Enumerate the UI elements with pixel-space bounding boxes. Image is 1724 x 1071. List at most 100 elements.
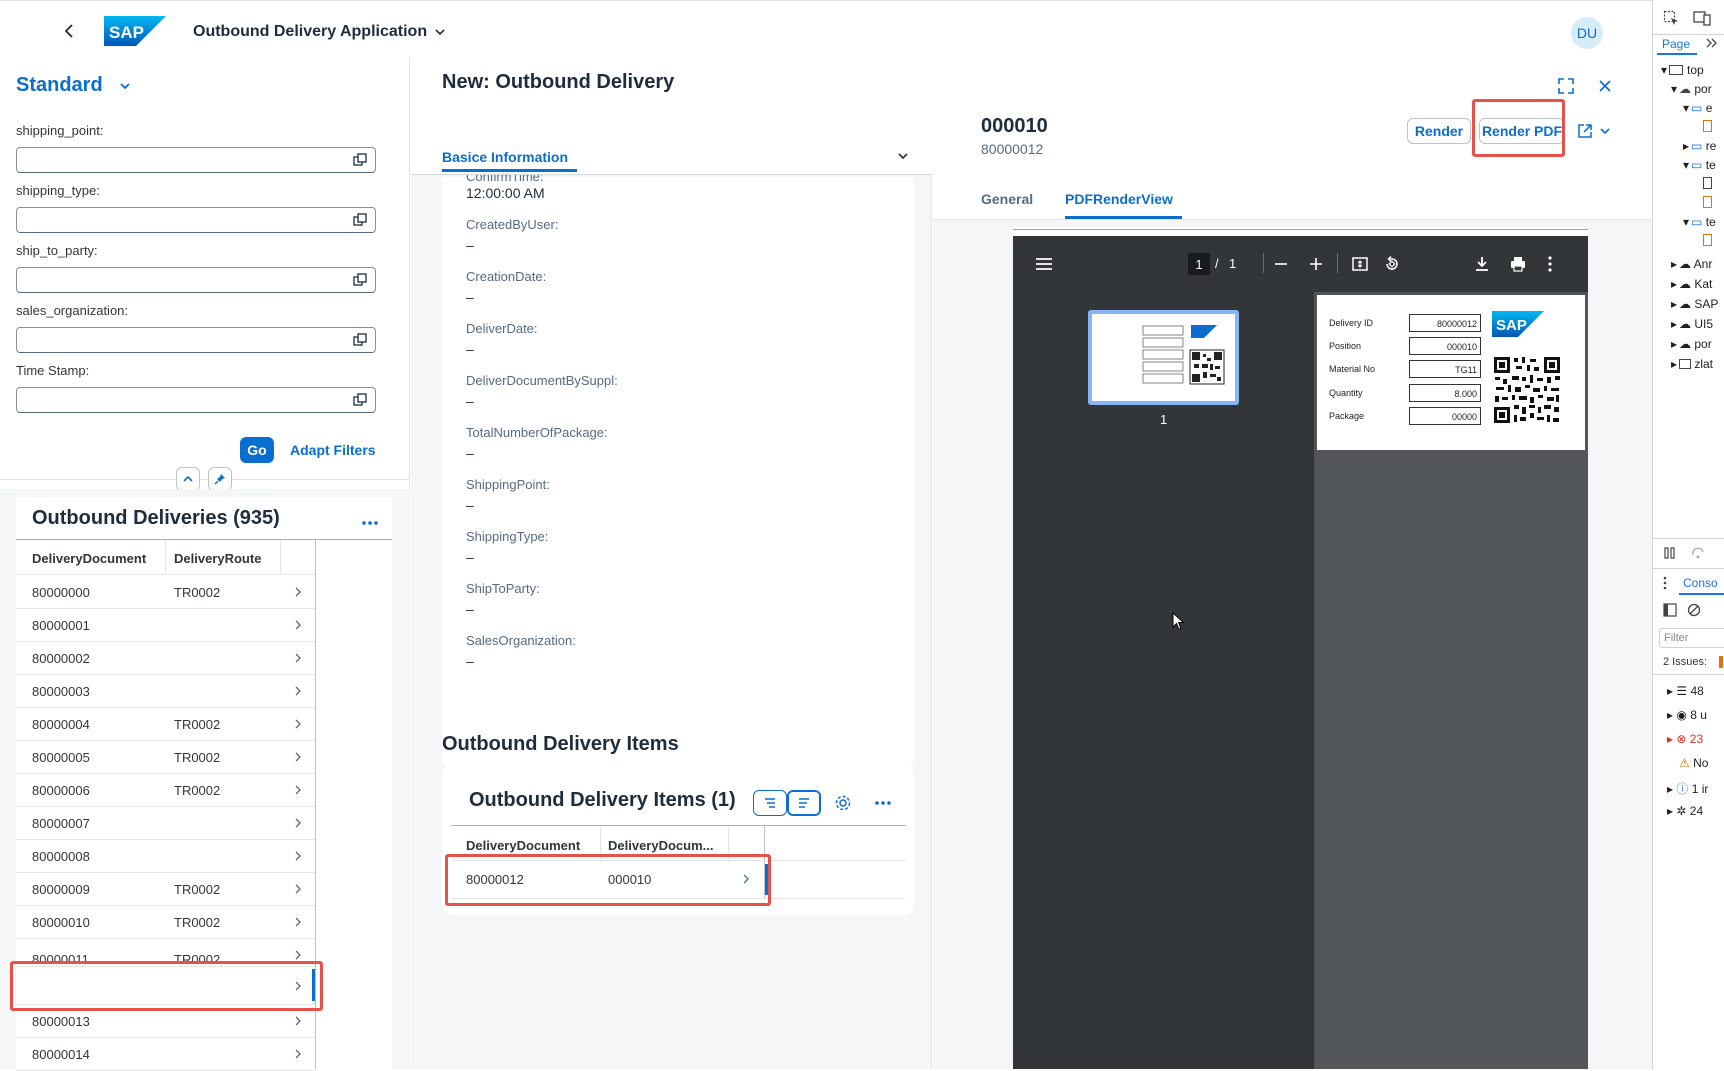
tree-item-file[interactable] xyxy=(1703,120,1712,140)
tree-item-top[interactable]: ▾ top xyxy=(1661,63,1704,83)
page-number-input[interactable]: 1 xyxy=(1188,253,1210,275)
table-row[interactable]: 80000003 xyxy=(16,675,315,708)
zoom-in-icon[interactable] xyxy=(1309,257,1323,271)
tab-basic-information[interactable]: Basice Information xyxy=(442,149,568,165)
more-vertical-icon[interactable] xyxy=(1663,576,1667,590)
tree-item[interactable]: ▸ ☁ por xyxy=(1671,337,1712,357)
column-header-delivery-document[interactable]: DeliveryDocument xyxy=(466,838,580,853)
rotate-icon[interactable] xyxy=(1383,255,1401,273)
inspect-icon[interactable] xyxy=(1663,10,1679,26)
shipping-type-input[interactable] xyxy=(16,207,376,233)
render-button[interactable]: Render xyxy=(1407,118,1471,144)
time-stamp-input[interactable] xyxy=(16,387,376,413)
chevron-down-icon[interactable] xyxy=(1598,124,1612,138)
value-help-icon[interactable] xyxy=(353,273,367,287)
console-message-group[interactable]: ▸ ✲ 24 xyxy=(1667,804,1703,824)
clear-console-icon[interactable] xyxy=(1687,603,1701,617)
chevron-down-icon[interactable] xyxy=(896,149,910,163)
tree-item[interactable]: ▾ ▭ te xyxy=(1683,215,1716,235)
tree-item[interactable]: ▸ ☁ UI5 xyxy=(1671,317,1713,337)
app-title[interactable]: Outbound Delivery Application xyxy=(193,23,427,41)
pause-icon[interactable] xyxy=(1663,546,1677,560)
settings-icon[interactable] xyxy=(833,793,853,813)
fit-page-icon[interactable] xyxy=(1351,255,1369,273)
table-row[interactable]: 80000006 TR0002 xyxy=(16,774,315,807)
sales-organization-input[interactable] xyxy=(16,327,376,353)
list-icon: ☰ xyxy=(1676,684,1688,698)
share-icon[interactable] xyxy=(1576,122,1594,140)
value-help-icon[interactable] xyxy=(353,393,367,407)
tree-item[interactable]: ▸ ☁ Anr xyxy=(1671,257,1712,277)
column-header-delivery-docum[interactable]: DeliveryDocum... xyxy=(608,838,714,853)
go-button[interactable]: Go xyxy=(240,437,274,463)
table-row[interactable]: 80000007 xyxy=(16,807,315,840)
column-header-delivery-route[interactable]: DeliveryRoute xyxy=(174,551,261,566)
tree-item[interactable]: ▸ ▭ re xyxy=(1683,139,1716,159)
chevron-down-icon[interactable] xyxy=(433,25,447,39)
tree-item-file[interactable] xyxy=(1703,177,1712,197)
column-header-delivery-document[interactable]: DeliveryDocument xyxy=(32,551,146,566)
tab-page[interactable]: Page xyxy=(1662,37,1690,51)
table-row[interactable]: 80000008 xyxy=(16,840,315,873)
variant-title[interactable]: Standard xyxy=(16,74,103,97)
value-help-icon[interactable] xyxy=(353,153,367,167)
download-icon[interactable] xyxy=(1473,255,1491,273)
ship-to-party-input[interactable] xyxy=(16,267,376,293)
view-toggle-button-active[interactable] xyxy=(787,790,821,816)
tree-item[interactable]: ▾ ☁ por xyxy=(1671,82,1712,102)
tree-item-file[interactable] xyxy=(1703,234,1712,254)
sidebar-toggle-icon[interactable] xyxy=(1663,603,1677,617)
console-message-group[interactable]: ⚠ No xyxy=(1679,756,1708,776)
tree-item[interactable]: ▾ ▭ te xyxy=(1683,158,1716,178)
table-row[interactable]: 80000004 TR0002 xyxy=(16,708,315,741)
frame-icon xyxy=(1669,65,1683,75)
tab-console[interactable]: Conso xyxy=(1683,576,1718,590)
table-row[interactable]: 80000001 xyxy=(16,609,315,642)
table-row[interactable]: 80000005 TR0002 xyxy=(16,741,315,774)
value-help-icon[interactable] xyxy=(353,333,367,347)
avatar[interactable]: DU xyxy=(1571,17,1603,49)
issues-count[interactable]: 2 Issues: xyxy=(1663,656,1707,668)
pin-header-button[interactable] xyxy=(208,467,232,491)
menu-icon[interactable] xyxy=(1035,256,1053,272)
field-value: – xyxy=(466,393,474,409)
table-row[interactable]: 80000002 xyxy=(16,642,315,675)
table-row[interactable]: 80000009 TR0002 xyxy=(16,873,315,906)
console-message-group[interactable]: ▸ ⓘ 1 ir xyxy=(1667,780,1708,800)
tree-item[interactable]: ▸ ☁ SAP xyxy=(1671,297,1718,317)
table-row[interactable]: 80000014 xyxy=(16,1038,315,1071)
device-toolbar-icon[interactable] xyxy=(1693,10,1711,26)
more-icon[interactable] xyxy=(359,512,381,534)
back-icon[interactable] xyxy=(60,21,80,41)
adapt-filters-link[interactable]: Adapt Filters xyxy=(290,442,376,458)
tab-pdf-render-view[interactable]: PDFRenderView xyxy=(1065,191,1173,207)
cell-delivery-document: 80000007 xyxy=(32,816,90,831)
tree-item[interactable]: ▾ ▭ e xyxy=(1683,101,1712,121)
table-row[interactable]: 80000010 TR0002 xyxy=(16,906,315,939)
console-message-group[interactable]: ▸ ◉ 8 u xyxy=(1667,708,1707,728)
chevron-down-icon[interactable] xyxy=(118,79,132,93)
field-label: CreationDate: xyxy=(466,269,547,284)
zoom-out-icon[interactable] xyxy=(1274,257,1288,271)
view-toggle-button[interactable] xyxy=(753,790,787,816)
tab-general[interactable]: General xyxy=(981,191,1033,207)
page-separator: / xyxy=(1215,256,1219,271)
print-icon[interactable] xyxy=(1509,255,1527,273)
console-message-group[interactable]: ▸ ⊗ 23 xyxy=(1667,732,1703,752)
tree-item[interactable]: ▸ zlat xyxy=(1671,357,1713,377)
table-row[interactable]: 80000000 TR0002 xyxy=(16,576,315,609)
tree-item[interactable]: ▸ ☁ Kat xyxy=(1671,277,1712,297)
console-filter-input[interactable]: Filter xyxy=(1659,628,1724,648)
more-icon[interactable] xyxy=(872,792,894,814)
pdf-thumbnail[interactable] xyxy=(1092,314,1235,401)
value-help-icon[interactable] xyxy=(353,213,367,227)
fullscreen-icon[interactable] xyxy=(1557,77,1575,95)
tree-item-file[interactable] xyxy=(1703,196,1712,216)
console-message-group[interactable]: ▸ ☰ 48 xyxy=(1667,684,1704,704)
more-vertical-icon[interactable] xyxy=(1547,255,1553,273)
step-over-icon[interactable] xyxy=(1691,546,1705,560)
more-tabs-icon[interactable] xyxy=(1705,37,1719,49)
close-icon[interactable] xyxy=(1597,78,1613,94)
collapse-header-button[interactable] xyxy=(176,467,200,491)
shipping-point-input[interactable] xyxy=(16,147,376,173)
